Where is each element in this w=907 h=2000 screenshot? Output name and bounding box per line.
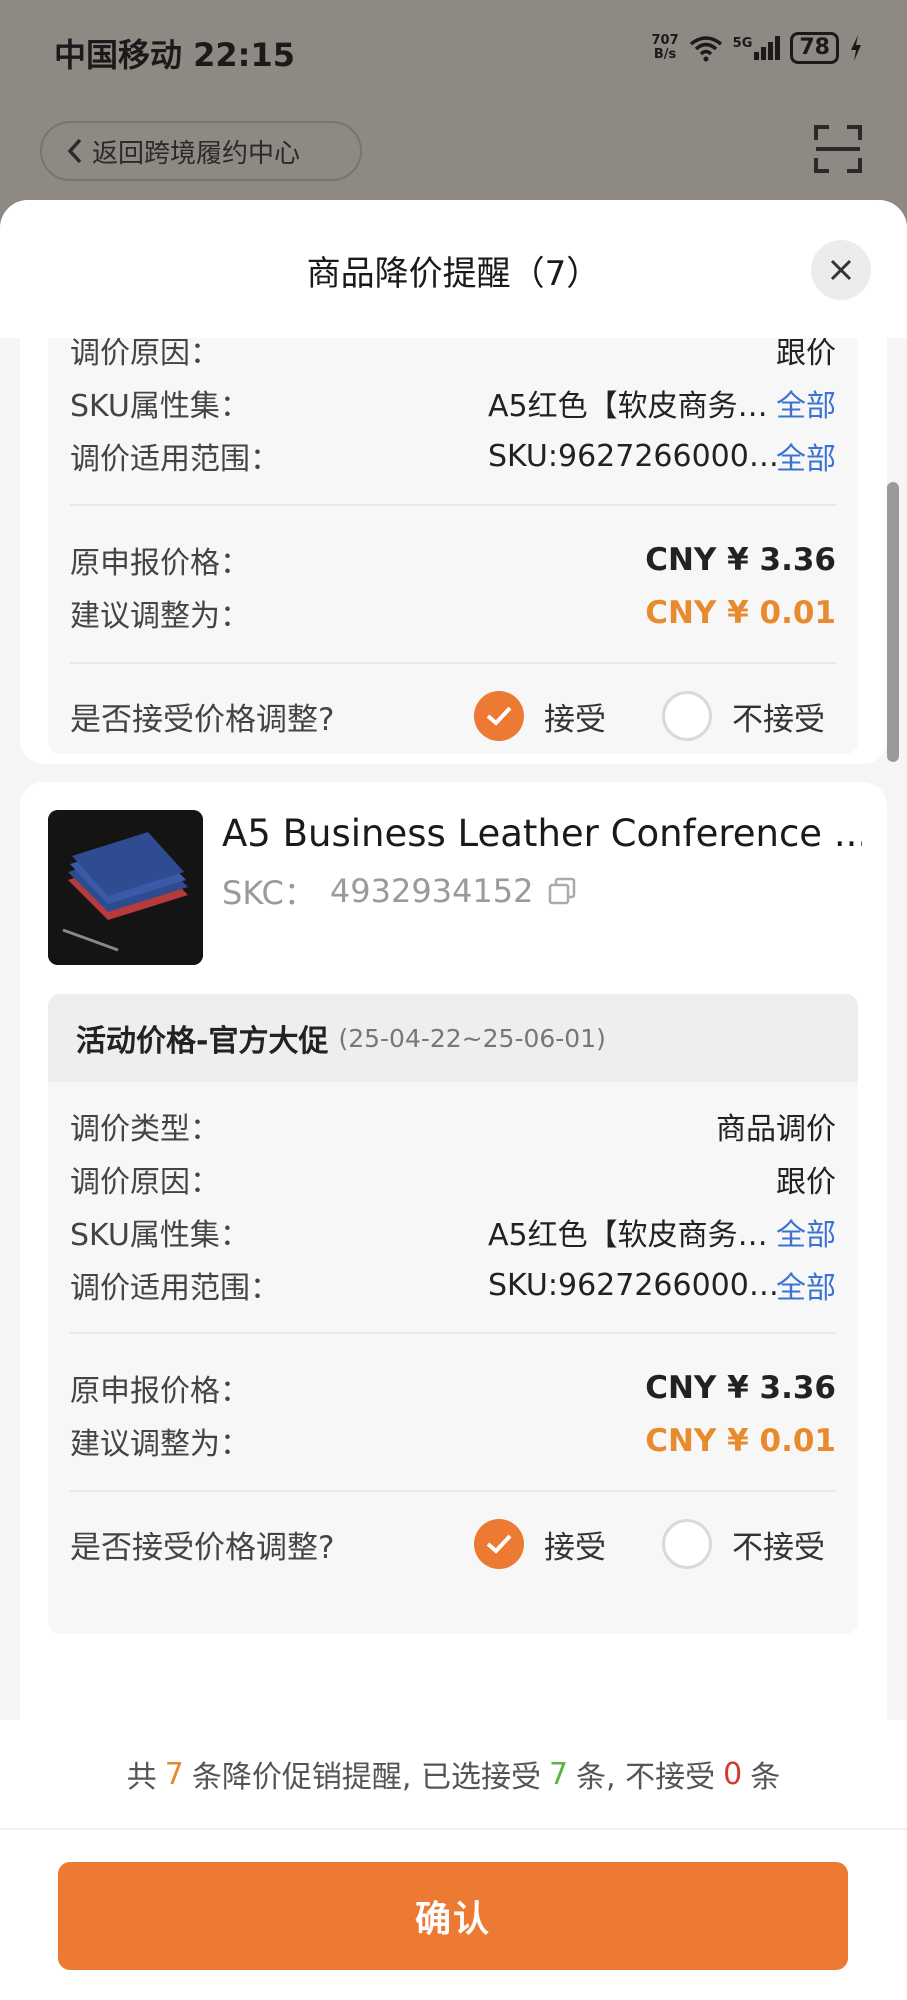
suggest-price-row: 建议调整为： CNY ¥ 0.01 xyxy=(70,595,836,634)
copy-icon[interactable] xyxy=(548,877,576,905)
reject-radio[interactable] xyxy=(662,1519,712,1569)
reject-option[interactable]: 不接受 xyxy=(662,691,825,741)
reminder-list[interactable]: 调价原因： 跟价 SKU属性集： A5红色【软皮商务… 全部 调价适用范围： S… xyxy=(0,338,907,1860)
sku-row: SKU属性集： A5红色【软皮商务… 全部 xyxy=(70,1210,836,1254)
accept-question-row: 是否接受价格调整? 接受 不接受 xyxy=(70,1517,836,1571)
reject-option[interactable]: 不接受 xyxy=(662,1519,825,1569)
wifi-icon xyxy=(689,36,722,62)
suggest-price-row: 建议调整为： CNY ¥ 0.01 xyxy=(70,1423,836,1462)
scope-row: 调价适用范围： SKU:9627266000… 全部 xyxy=(70,1263,836,1307)
scrollbar[interactable] xyxy=(887,482,899,762)
orig-price-row: 原申报价格： CNY ¥ 3.36 xyxy=(70,542,836,581)
orig-price-row: 原申报价格： CNY ¥ 3.36 xyxy=(70,1370,836,1409)
product-title[interactable]: A5 Business Leather Conference ... xyxy=(222,812,862,855)
footer: 确认 xyxy=(0,1830,907,2000)
accept-question-row: 是否接受价格调整? 接受 不接受 xyxy=(70,689,836,743)
sku-all-link[interactable]: 全部 xyxy=(776,381,836,425)
reject-radio[interactable] xyxy=(662,691,712,741)
rejected-count: 0 xyxy=(723,1756,743,1792)
accept-radio-checked[interactable] xyxy=(474,691,524,741)
signal-icon: 5G xyxy=(733,36,781,60)
scope-all-link[interactable]: 全部 xyxy=(776,1263,836,1307)
sheet-title: 商品降价提醒（7） xyxy=(306,254,601,294)
accept-option[interactable]: 接受 xyxy=(474,691,606,741)
divider xyxy=(70,662,836,664)
sheet-header: 商品降价提醒（7） xyxy=(0,200,907,338)
net-speed: 707 B/s xyxy=(651,33,679,62)
divider xyxy=(70,1490,836,1492)
charging-icon xyxy=(851,35,861,61)
activity-header: 活动价格-官方大促 (25-04-22~25-06-01) xyxy=(48,994,858,1082)
skc-row: SKC： 4932934152 xyxy=(222,868,576,914)
status-icons: 707 B/s 5G 78 xyxy=(652,32,863,64)
divider xyxy=(70,1332,836,1334)
reminder-card-1: 调价原因： 跟价 SKU属性集： A5红色【软皮商务… 全部 调价适用范围： S… xyxy=(20,338,887,764)
chevron-left-icon xyxy=(67,138,82,164)
accept-option[interactable]: 接受 xyxy=(474,1519,606,1569)
divider xyxy=(70,504,836,506)
close-icon xyxy=(830,259,852,281)
back-to-fulfillment-button[interactable]: 返回跨境履约中心 xyxy=(40,121,362,181)
check-icon xyxy=(486,706,512,726)
check-icon xyxy=(486,1534,512,1554)
reason-row: 调价原因： 跟价 xyxy=(70,338,836,371)
total-count: 7 xyxy=(164,1756,184,1792)
confirm-button[interactable]: 确认 xyxy=(58,1862,848,1970)
scope-row: 调价适用范围： SKU:9627266000… 全部 xyxy=(70,434,836,478)
notebook-image xyxy=(48,810,203,965)
accept-radio-checked[interactable] xyxy=(474,1519,524,1569)
reminder-card-2: A5 Business Leather Conference ... SKC： … xyxy=(20,782,887,1742)
price-panel-1: 调价原因： 跟价 SKU属性集： A5红色【软皮商务… 全部 调价适用范围： S… xyxy=(48,338,858,754)
status-bar: 中国移动 22:15 707 B/s 5G 78 xyxy=(0,0,907,100)
accepted-count: 7 xyxy=(548,1756,569,1792)
battery-indicator: 78 xyxy=(790,32,839,64)
sku-row: SKU属性集： A5红色【软皮商务… 全部 xyxy=(70,381,836,425)
back-label: 返回跨境履约中心 xyxy=(92,138,301,169)
selection-summary: 共 7 条降价促销提醒, 已选接受 7 条, 不接受 0 条 xyxy=(0,1720,907,1830)
sku-all-link[interactable]: 全部 xyxy=(776,1210,836,1254)
close-button[interactable] xyxy=(811,240,871,300)
reason-row: 调价原因： 跟价 xyxy=(70,1165,836,1200)
scan-icon[interactable] xyxy=(813,124,863,174)
carrier-time: 中国移动 22:15 xyxy=(54,36,296,74)
type-row: 调价类型： 商品调价 xyxy=(70,1112,836,1147)
price-panel-2: 活动价格-官方大促 (25-04-22~25-06-01) 调价类型： 商品调价… xyxy=(48,994,858,1634)
scope-all-link[interactable]: 全部 xyxy=(776,434,836,478)
product-thumbnail[interactable] xyxy=(48,810,203,965)
